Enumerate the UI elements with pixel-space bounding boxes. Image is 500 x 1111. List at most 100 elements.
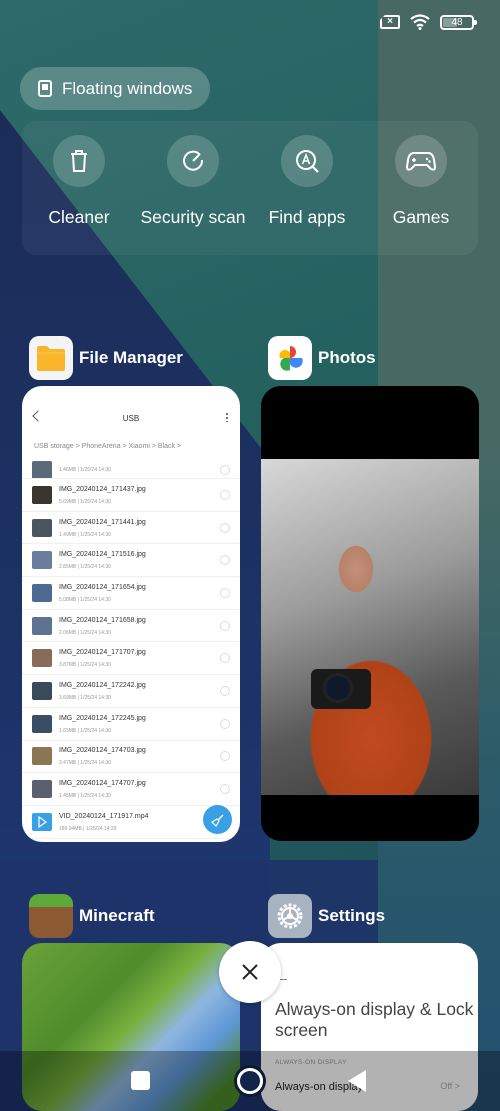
file-meta: 3.47MB | 1/25/24 14:30 — [59, 760, 111, 767]
broom-icon — [210, 813, 224, 827]
clean-fab-button[interactable] — [203, 805, 232, 834]
no-sim-icon: × — [380, 15, 400, 29]
select-checkbox[interactable] — [220, 653, 230, 664]
back-icon[interactable] — [348, 1070, 366, 1092]
file-list-item[interactable]: IMG_20240124_171437.jpg 5.09MB | 1/25/24 … — [22, 479, 240, 512]
cleaner-button[interactable]: Cleaner — [22, 121, 136, 255]
floating-windows-button[interactable]: Floating windows — [20, 67, 210, 110]
select-checkbox[interactable] — [220, 555, 230, 566]
file-meta: 1.49MB | 1/25/24 14:30 — [59, 531, 111, 538]
file-list-item[interactable]: IMG_20240124_174707.jpg 1.45MB | 1/25/24 … — [22, 773, 240, 806]
select-checkbox[interactable] — [220, 718, 230, 729]
image-thumbnail — [32, 747, 52, 766]
file-list-item[interactable]: IMG_20240124_171707.jpg 3.87MB | 1/25/24 … — [22, 642, 240, 676]
file-meta: 1.45MB | 1/25/24 14:30 — [59, 793, 111, 800]
select-checkbox[interactable] — [220, 489, 230, 500]
app-header-minecraft[interactable]: Minecraft — [29, 894, 155, 938]
file-list-item[interactable]: IMG_20240124_174703.jpg 3.47MB | 1/25/24 … — [22, 741, 240, 774]
recents-icon[interactable] — [131, 1071, 150, 1090]
image-thumbnail — [32, 681, 52, 700]
wifi-icon — [410, 14, 430, 30]
file-name: IMG_20240124_171707.jpg — [59, 649, 146, 657]
settings-page-title: Always-on display & Lock screen — [275, 999, 474, 1040]
select-checkbox[interactable] — [220, 751, 230, 762]
file-list-item[interactable]: IMG_20240124_171516.jpg 2.85MB | 1/25/24 … — [22, 544, 240, 578]
app-header-photos[interactable]: Photos — [268, 336, 376, 380]
file-name: IMG_20240124_171441.jpg — [59, 518, 146, 526]
image-thumbnail — [32, 780, 52, 799]
security-scan-icon — [183, 150, 204, 171]
minecraft-app-icon — [29, 894, 73, 938]
pinwheel-icon — [279, 346, 303, 371]
file-name: IMG_20240124_174707.jpg — [59, 780, 146, 788]
settings-app-icon — [268, 894, 312, 938]
image-thumbnail — [32, 485, 52, 504]
select-checkbox[interactable] — [220, 784, 230, 795]
file-list-item[interactable]: IMG_20240124_172245.jpg 1.65MB | 1/25/24 … — [22, 708, 240, 741]
file-meta: 3.69MB | 1/25/24 14:30 — [59, 694, 111, 701]
quick-tools-panel: Cleaner Security scan Find apps Games — [22, 121, 478, 255]
image-thumbnail — [32, 616, 52, 635]
photos-app-icon — [268, 336, 312, 380]
find-apps-button[interactable]: Find apps — [250, 121, 364, 255]
image-thumbnail — [32, 518, 52, 537]
select-checkbox[interactable] — [220, 587, 230, 598]
security-scan-button[interactable]: Security scan — [136, 121, 250, 255]
battery-icon: 48 — [440, 14, 477, 30]
photos-recent-card[interactable] — [261, 386, 479, 841]
select-checkbox[interactable] — [220, 620, 230, 631]
status-bar: × 48 — [380, 14, 477, 30]
image-thumbnail — [32, 583, 52, 602]
file-meta: 5.08MB | 1/25/24 14:30 — [59, 596, 111, 603]
file-meta: 2.85MB | 1/25/24 14:30 — [59, 564, 111, 571]
file-meta: 1.46MB | 1/25/24 14:30 — [59, 466, 111, 473]
app-name: Settings — [318, 906, 386, 925]
select-checkbox[interactable] — [220, 685, 230, 696]
breadcrumb: USB storage > PhoneArena > Xiaomi > Blac… — [34, 443, 182, 450]
floating-window-icon — [38, 80, 52, 97]
play-icon — [38, 815, 48, 828]
image-thumbnail — [32, 649, 52, 668]
file-name: IMG_20240124_171516.jpg — [59, 551, 146, 559]
app-header-file-manager[interactable]: File Manager — [29, 336, 183, 380]
find-apps-icon — [296, 150, 319, 173]
file-name: IMG_20240124_172242.jpg — [59, 681, 146, 689]
file-meta: 3.87MB | 1/25/24 14:30 — [59, 662, 111, 669]
battery-level: 48 — [451, 16, 463, 28]
select-checkbox[interactable] — [220, 522, 230, 533]
fm-title: USB — [122, 414, 140, 423]
image-thumbnail — [32, 714, 52, 733]
home-icon[interactable] — [237, 1068, 263, 1094]
gear-icon — [277, 903, 303, 929]
file-list-item[interactable]: IMG_20240124_171441.jpg 1.49MB | 1/25/24 … — [22, 512, 240, 545]
close-icon — [242, 964, 258, 980]
cleaner-label: Cleaner — [48, 207, 110, 227]
clear-all-button[interactable] — [219, 941, 281, 1003]
file-list-item[interactable]: IMG_20240124_171658.jpg 2.06MB | 1/25/24 … — [22, 610, 240, 643]
file-manager-recent-card[interactable]: USB USB storage > PhoneArena > Xiaomi > … — [22, 386, 240, 842]
gamepad-icon — [406, 152, 436, 171]
app-name: File Manager — [79, 348, 183, 367]
games-label: Games — [392, 207, 450, 227]
app-name: Minecraft — [79, 906, 155, 925]
find-apps-label: Find apps — [268, 207, 346, 227]
select-checkbox[interactable] — [220, 464, 230, 475]
games-button[interactable]: Games — [364, 121, 478, 255]
photo-image — [261, 459, 479, 795]
file-name: IMG_20240124_172245.jpg — [59, 714, 146, 722]
floating-windows-label: Floating windows — [62, 78, 193, 98]
lens — [323, 673, 353, 703]
file-list-item[interactable]: IMG_20240124_171654.jpg 5.08MB | 1/25/24 … — [22, 577, 240, 610]
file-list-item[interactable]: IMG_20240124_172242.jpg 3.69MB | 1/25/24 … — [22, 675, 240, 708]
security-scan-label: Security scan — [140, 207, 246, 227]
more-options-icon — [226, 412, 228, 422]
folder-icon — [37, 346, 65, 371]
file-name: IMG_20240124_174703.jpg — [59, 747, 146, 755]
image-thumbnail — [32, 461, 52, 478]
app-header-settings[interactable]: Settings — [268, 894, 385, 938]
file-list: 1.46MB | 1/25/24 14:30 IMG_20240124_17143… — [22, 461, 240, 839]
file-meta: 1.65MB | 1/25/24 14:30 — [59, 727, 111, 734]
app-name: Photos — [318, 348, 376, 367]
file-list-item[interactable]: 1.46MB | 1/25/24 14:30 — [22, 461, 240, 479]
video-thumbnail — [32, 812, 52, 831]
